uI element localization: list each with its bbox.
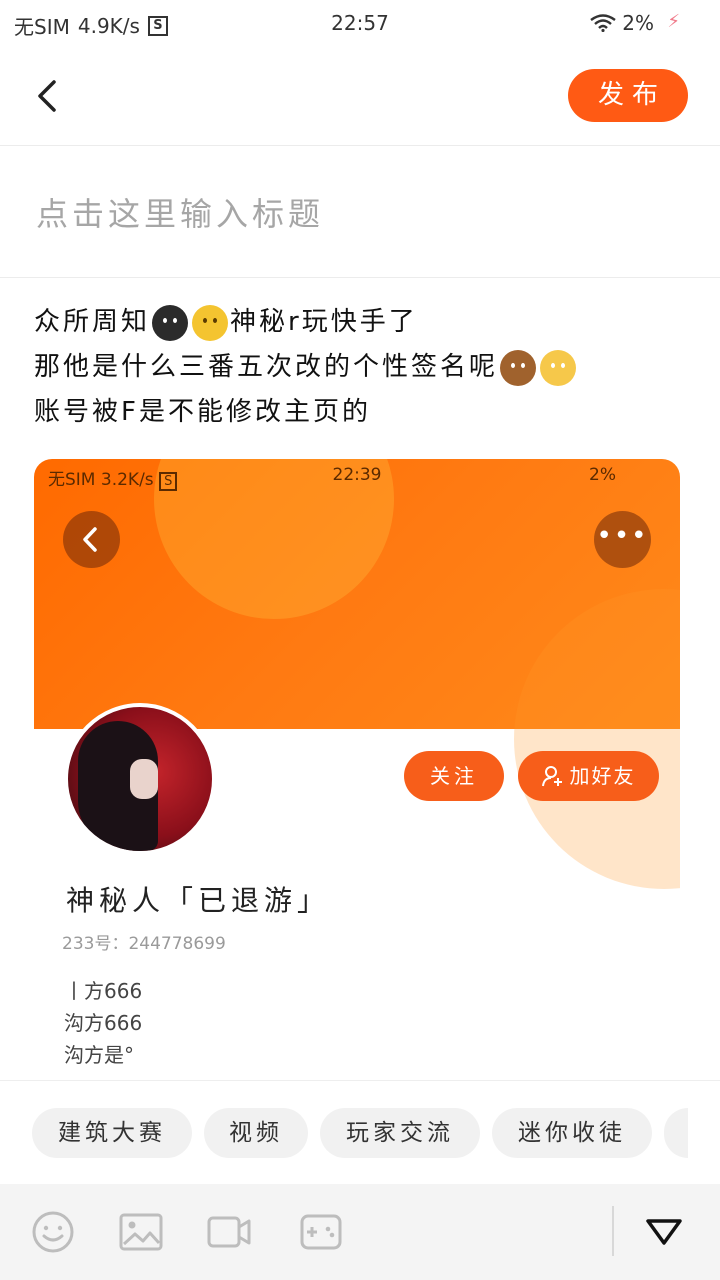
embedded-back-button xyxy=(63,511,120,568)
tag-player-exchange[interactable]: 玩家交流 xyxy=(320,1108,480,1158)
wifi-icon xyxy=(590,14,616,32)
embedded-add-friend-button: 加好友 xyxy=(518,751,659,801)
title-row xyxy=(0,147,720,278)
body-line-2-text: 那他是什么三番五次改的个性签名呢 xyxy=(34,352,499,382)
avatar xyxy=(64,703,216,855)
body-line-1: 众所周知 神秘r玩快手了 xyxy=(34,300,694,345)
video-button[interactable] xyxy=(206,1210,252,1254)
profile-name: 神秘人「已退游」 xyxy=(66,884,331,917)
status-right: 2% ⚡ xyxy=(590,11,680,35)
add-user-icon xyxy=(541,766,562,787)
body-line-2: 那他是什么三番五次改的个性签名呢 xyxy=(34,345,694,390)
tag-mini-apprentice[interactable]: 迷你收徒 xyxy=(492,1108,652,1158)
tag-video[interactable]: 视频 xyxy=(204,1108,308,1158)
title-input[interactable] xyxy=(36,189,676,239)
bio-line: 丨方666 xyxy=(64,979,143,1003)
profile-banner: 无SIM 3.2K/s S 22:39 2% ••• xyxy=(34,459,680,889)
body-line-3-text: 账号被F是不能修改主页的 xyxy=(34,397,371,427)
embedded-add-friend-label: 加好友 xyxy=(569,764,636,788)
collapse-toolbar-button[interactable] xyxy=(644,1215,684,1249)
tag-building-contest[interactable]: 建筑大赛 xyxy=(32,1108,192,1158)
image-icon xyxy=(119,1213,163,1251)
profile-id: 233号：244778699 xyxy=(62,934,226,954)
embedded-follow-button: 关注 xyxy=(404,751,504,801)
bio-line: 沟方是° xyxy=(64,1043,134,1067)
emoji-button[interactable] xyxy=(30,1210,76,1254)
video-icon xyxy=(207,1216,251,1248)
editor-header: 发布 xyxy=(0,46,720,146)
editor-toolbar xyxy=(0,1184,720,1280)
tag-more[interactable] xyxy=(664,1108,688,1158)
emoji-icon xyxy=(32,1211,74,1253)
body-line-1-prefix: 众所周知 xyxy=(34,307,151,337)
embedded-clock: 22:39 xyxy=(332,465,382,485)
image-button[interactable] xyxy=(118,1210,164,1254)
chevron-left-icon xyxy=(38,80,56,112)
back-button[interactable] xyxy=(30,76,66,116)
chevron-left-icon xyxy=(83,527,97,552)
publish-button[interactable]: 发布 xyxy=(568,69,688,122)
body-line-3: 账号被F是不能修改主页的 xyxy=(34,390,694,435)
post-editor-screen: 无SIM 4.9K/s S 22:57 2% ⚡ 发布 点击这里输入标题 众所周… xyxy=(0,0,720,1280)
see-no-evil-monkey-emoji-icon xyxy=(500,349,537,386)
triangle-down-icon xyxy=(646,1219,682,1245)
body-line-1-suffix: 神秘r玩快手了 xyxy=(230,307,418,337)
embedded-more-button: ••• xyxy=(594,511,651,568)
profile-bio: 丨方666 沟方666 沟方是° xyxy=(64,975,142,1071)
toolbar-divider xyxy=(612,1206,614,1256)
game-icon xyxy=(300,1214,342,1250)
battery-level: 2% xyxy=(622,11,654,35)
face-emoji-icon xyxy=(192,304,229,341)
post-body[interactable]: 众所周知 神秘r玩快手了 那他是什么三番五次改的个性签名呢 账号被F是不能修改主… xyxy=(34,300,694,435)
topic-tags: 建筑大赛 视频 玩家交流 迷你收徒 xyxy=(0,1080,720,1184)
game-button[interactable] xyxy=(298,1210,344,1254)
embedded-battery: 2% xyxy=(589,465,616,485)
charging-icon: ⚡ xyxy=(667,11,680,32)
bio-line: 沟方666 xyxy=(64,1011,143,1035)
attached-screenshot-image[interactable]: 无SIM 3.2K/s S 22:39 2% ••• 关注 加好友 神秘人「已退… xyxy=(34,459,680,1079)
screaming-face-emoji-icon xyxy=(540,349,577,386)
status-bar: 无SIM 4.9K/s S 22:57 2% ⚡ xyxy=(0,0,720,46)
embedded-status-bar: 无SIM 3.2K/s S 22:39 2% xyxy=(48,465,666,491)
dark-face-emoji-icon xyxy=(152,304,189,341)
